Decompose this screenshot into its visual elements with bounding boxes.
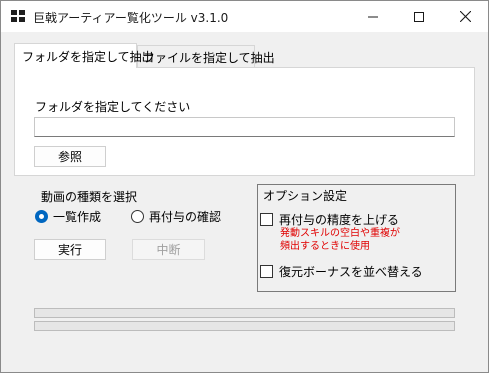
checkbox[interactable] <box>260 213 273 226</box>
radio-label: 再付与の確認 <box>149 210 222 224</box>
radio-button[interactable] <box>131 210 144 223</box>
checkbox-sort-bonus[interactable]: 復元ボーナスを並べ替える <box>260 263 423 280</box>
precision-note: 発動スキルの空白や重複が 頻出するときに使用 <box>280 227 400 253</box>
checkbox-precision[interactable]: 再付与の精度を上げる <box>260 211 399 228</box>
close-icon <box>459 11 471 22</box>
window-title: 巨戟アーティアー覧化ツール v3.1.0 <box>33 11 229 25</box>
title-bar[interactable]: 巨戟アーティアー覧化ツール v3.1.0 <box>1 1 488 32</box>
close-button[interactable] <box>442 1 488 32</box>
folder-path-input[interactable] <box>34 117 455 137</box>
folder-label: フォルダを指定してください <box>35 100 191 114</box>
stop-button[interactable]: 中断 <box>132 239 205 260</box>
progress-bar-secondary <box>34 321 455 331</box>
minimize-icon <box>368 16 378 17</box>
checkbox[interactable] <box>260 265 273 278</box>
tab-file-extract[interactable]: ファイルを指定して抽出 <box>137 45 275 68</box>
note-line: 頻出するときに使用 <box>280 241 370 252</box>
maximize-button[interactable] <box>396 1 442 32</box>
browse-button[interactable]: 参照 <box>34 146 106 167</box>
maximize-icon <box>414 11 424 22</box>
run-button[interactable]: 実行 <box>34 239 106 260</box>
radio-recheck[interactable]: 再付与の確認 <box>131 208 221 225</box>
tab-folder-extract[interactable]: フォルダを指定して抽出 <box>14 43 154 68</box>
app-grid-icon <box>11 10 25 22</box>
note-line: 発動スキルの空白や重複が <box>280 228 400 239</box>
video-type-label: 動画の種類を選択 <box>41 190 138 204</box>
checkbox-label: 再付与の精度を上げる <box>279 213 400 227</box>
app-window: 巨戟アーティアー覧化ツール v3.1.0 フォルダを指定して抽出 ファイルを指定… <box>0 0 489 373</box>
radio-label: 一覧作成 <box>53 210 102 224</box>
radio-button-checked[interactable] <box>35 210 48 223</box>
radio-list-create[interactable]: 一覧作成 <box>35 208 101 225</box>
options-group-title: オプション設定 <box>263 187 348 204</box>
progress-bar-primary <box>34 308 455 318</box>
minimize-button[interactable] <box>350 1 396 32</box>
checkbox-label: 復元ボーナスを並べ替える <box>279 265 423 279</box>
